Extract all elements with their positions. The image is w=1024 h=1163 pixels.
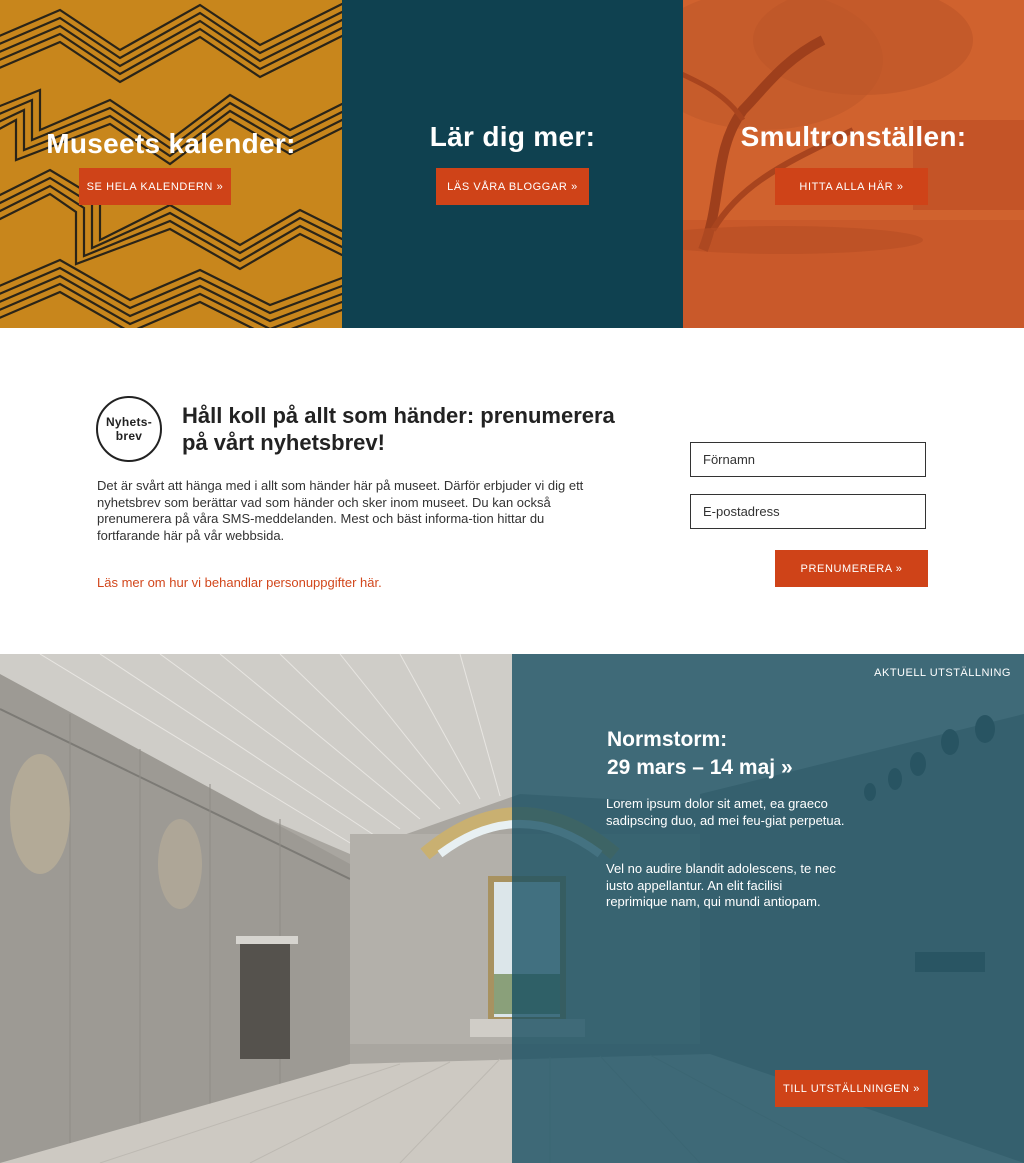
exhibition-section: AKTUELL UTSTÄLLNING Normstorm: 29 mars –…	[0, 654, 1024, 1163]
newsletter-heading: Håll koll på allt som händer: prenumerer…	[182, 403, 615, 455]
newsletter-description: Det är svårt att hänga med i allt som hä…	[97, 478, 584, 543]
privacy-link[interactable]: Läs mer om hur vi behandlar personuppgif…	[97, 575, 382, 590]
promo-tiles: Museets kalender: SE HELA KALENDERN » Lä…	[0, 0, 1024, 328]
find-all-button[interactable]: HITTA ALLA HÄR »	[775, 168, 928, 205]
tile-title: Lär dig mer:	[429, 121, 596, 152]
first-name-field[interactable]	[690, 442, 926, 477]
exhibition-dates: 29 mars – 14 maj »	[607, 756, 793, 779]
tile-title: Smultronställen:	[740, 121, 967, 152]
favorite-places-tile: Smultronställen: HITTA ALLA HÄR »	[683, 0, 1024, 328]
blog-button[interactable]: LÄS VÅRA BLOGGAR »	[436, 168, 589, 205]
calendar-tile: Museets kalender: SE HELA KALENDERN »	[0, 0, 342, 328]
badge-line: Nyhets-	[105, 415, 153, 429]
subscribe-button[interactable]: PRENUMERERA »	[775, 550, 928, 587]
newsletter-section: Nyhets- brev Håll koll på allt som hände…	[0, 328, 1024, 654]
to-exhibition-button[interactable]: TILL UTSTÄLLNINGEN »	[775, 1070, 928, 1107]
exhibition-text: Lorem ipsum dolor sit amet, ea graeco sa…	[606, 796, 845, 828]
calendar-button[interactable]: SE HELA KALENDERN »	[79, 168, 231, 205]
exhibition-text: Vel no audire blandit adolescens, te nec…	[606, 861, 836, 909]
exhibition-title[interactable]: Normstorm: 29 mars – 14 maj »	[607, 726, 867, 782]
tile-title: Museets kalender:	[46, 128, 296, 159]
exhibition-tag: AKTUELL UTSTÄLLNING	[874, 667, 1011, 679]
exhibition-name: Normstorm:	[607, 728, 728, 751]
badge-line: brev	[115, 429, 143, 443]
email-field[interactable]	[690, 494, 926, 529]
blog-tile: Lär dig mer: LÄS VÅRA BLOGGAR »	[342, 0, 683, 328]
maze-pattern-image	[0, 2, 342, 328]
tree-garden-image	[683, 0, 1024, 328]
newsletter-badge: Nyhets- brev	[96, 396, 162, 462]
